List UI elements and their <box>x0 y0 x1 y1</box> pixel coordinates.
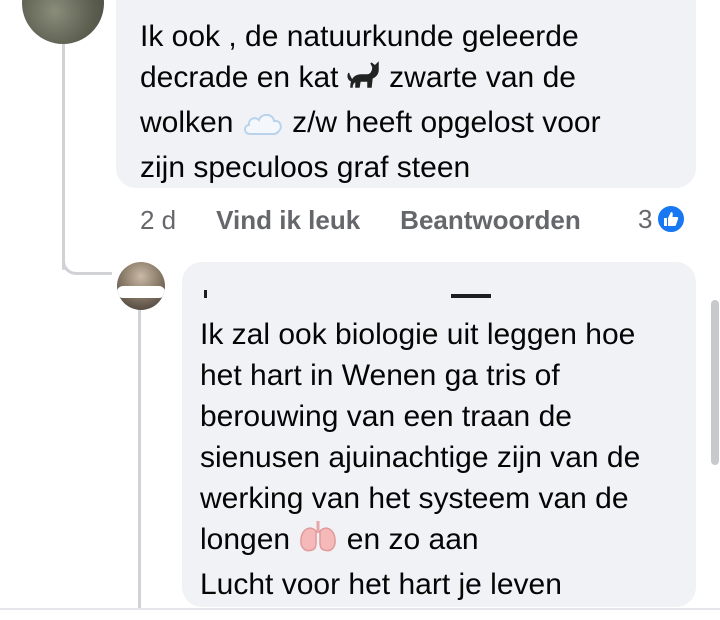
comment-line: z/w heeft opgelost voor <box>292 106 601 139</box>
reply-thread-line <box>138 305 141 610</box>
comment-actions: 2 d Vind ik leuk Beantwoorden <box>140 200 581 240</box>
thread-connector-curve <box>62 245 112 275</box>
reaction-count: 3 <box>638 203 653 234</box>
comment-line: zwarte van de <box>389 61 576 94</box>
comment-line: Ik ook , de natuurkunde geleerde <box>140 20 579 53</box>
redaction-remnant <box>204 290 207 298</box>
reply-line: werking van het systeem van de <box>200 482 629 515</box>
reaction-summary[interactable]: 3 <box>638 202 687 236</box>
thread-connector-line <box>62 40 65 270</box>
cloud-icon <box>242 106 284 147</box>
reply-line: het hart in Wenen ga tris of <box>200 359 560 392</box>
comment-line: zijn speculoos graf steen <box>140 151 471 184</box>
reply-line: sienusen ajuinachtige zijn van de <box>200 441 641 474</box>
timestamp[interactable]: 2 d <box>140 205 176 236</box>
reply-text: Ik zal ook biologie uit leggen hoe het h… <box>200 314 678 605</box>
reply-bubble: Ik zal ook biologie uit leggen hoe het h… <box>182 262 696 607</box>
reply-line: longen <box>200 523 291 556</box>
lungs-icon <box>298 519 338 564</box>
comment-line: decrade en kat <box>140 61 339 94</box>
reply-line: en zo aan <box>346 523 479 556</box>
scrollbar[interactable] <box>711 300 719 465</box>
avatar[interactable] <box>22 0 104 44</box>
reply-line: Ik zal ook biologie uit leggen hoe <box>200 318 636 351</box>
comment-line: wolken <box>140 106 234 139</box>
black-cat-icon <box>347 61 381 102</box>
reply-button[interactable]: Beantwoorden <box>400 205 581 236</box>
reply-line: berouwing van een traan de <box>200 400 572 433</box>
author-name-redaction <box>196 270 496 298</box>
like-thumb-icon <box>656 204 687 234</box>
comment-bubble: Ik ook , de natuurkunde geleerde decrade… <box>116 0 696 188</box>
avatar[interactable] <box>117 262 165 310</box>
reply-line: Lucht voor het hart je leven <box>200 568 562 601</box>
redaction-remnant <box>451 294 491 298</box>
like-button[interactable]: Vind ik leuk <box>216 205 360 236</box>
comment-text: Ik ook , de natuurkunde geleerde decrade… <box>140 16 672 188</box>
avatar-redaction <box>117 286 165 298</box>
divider <box>0 608 720 610</box>
